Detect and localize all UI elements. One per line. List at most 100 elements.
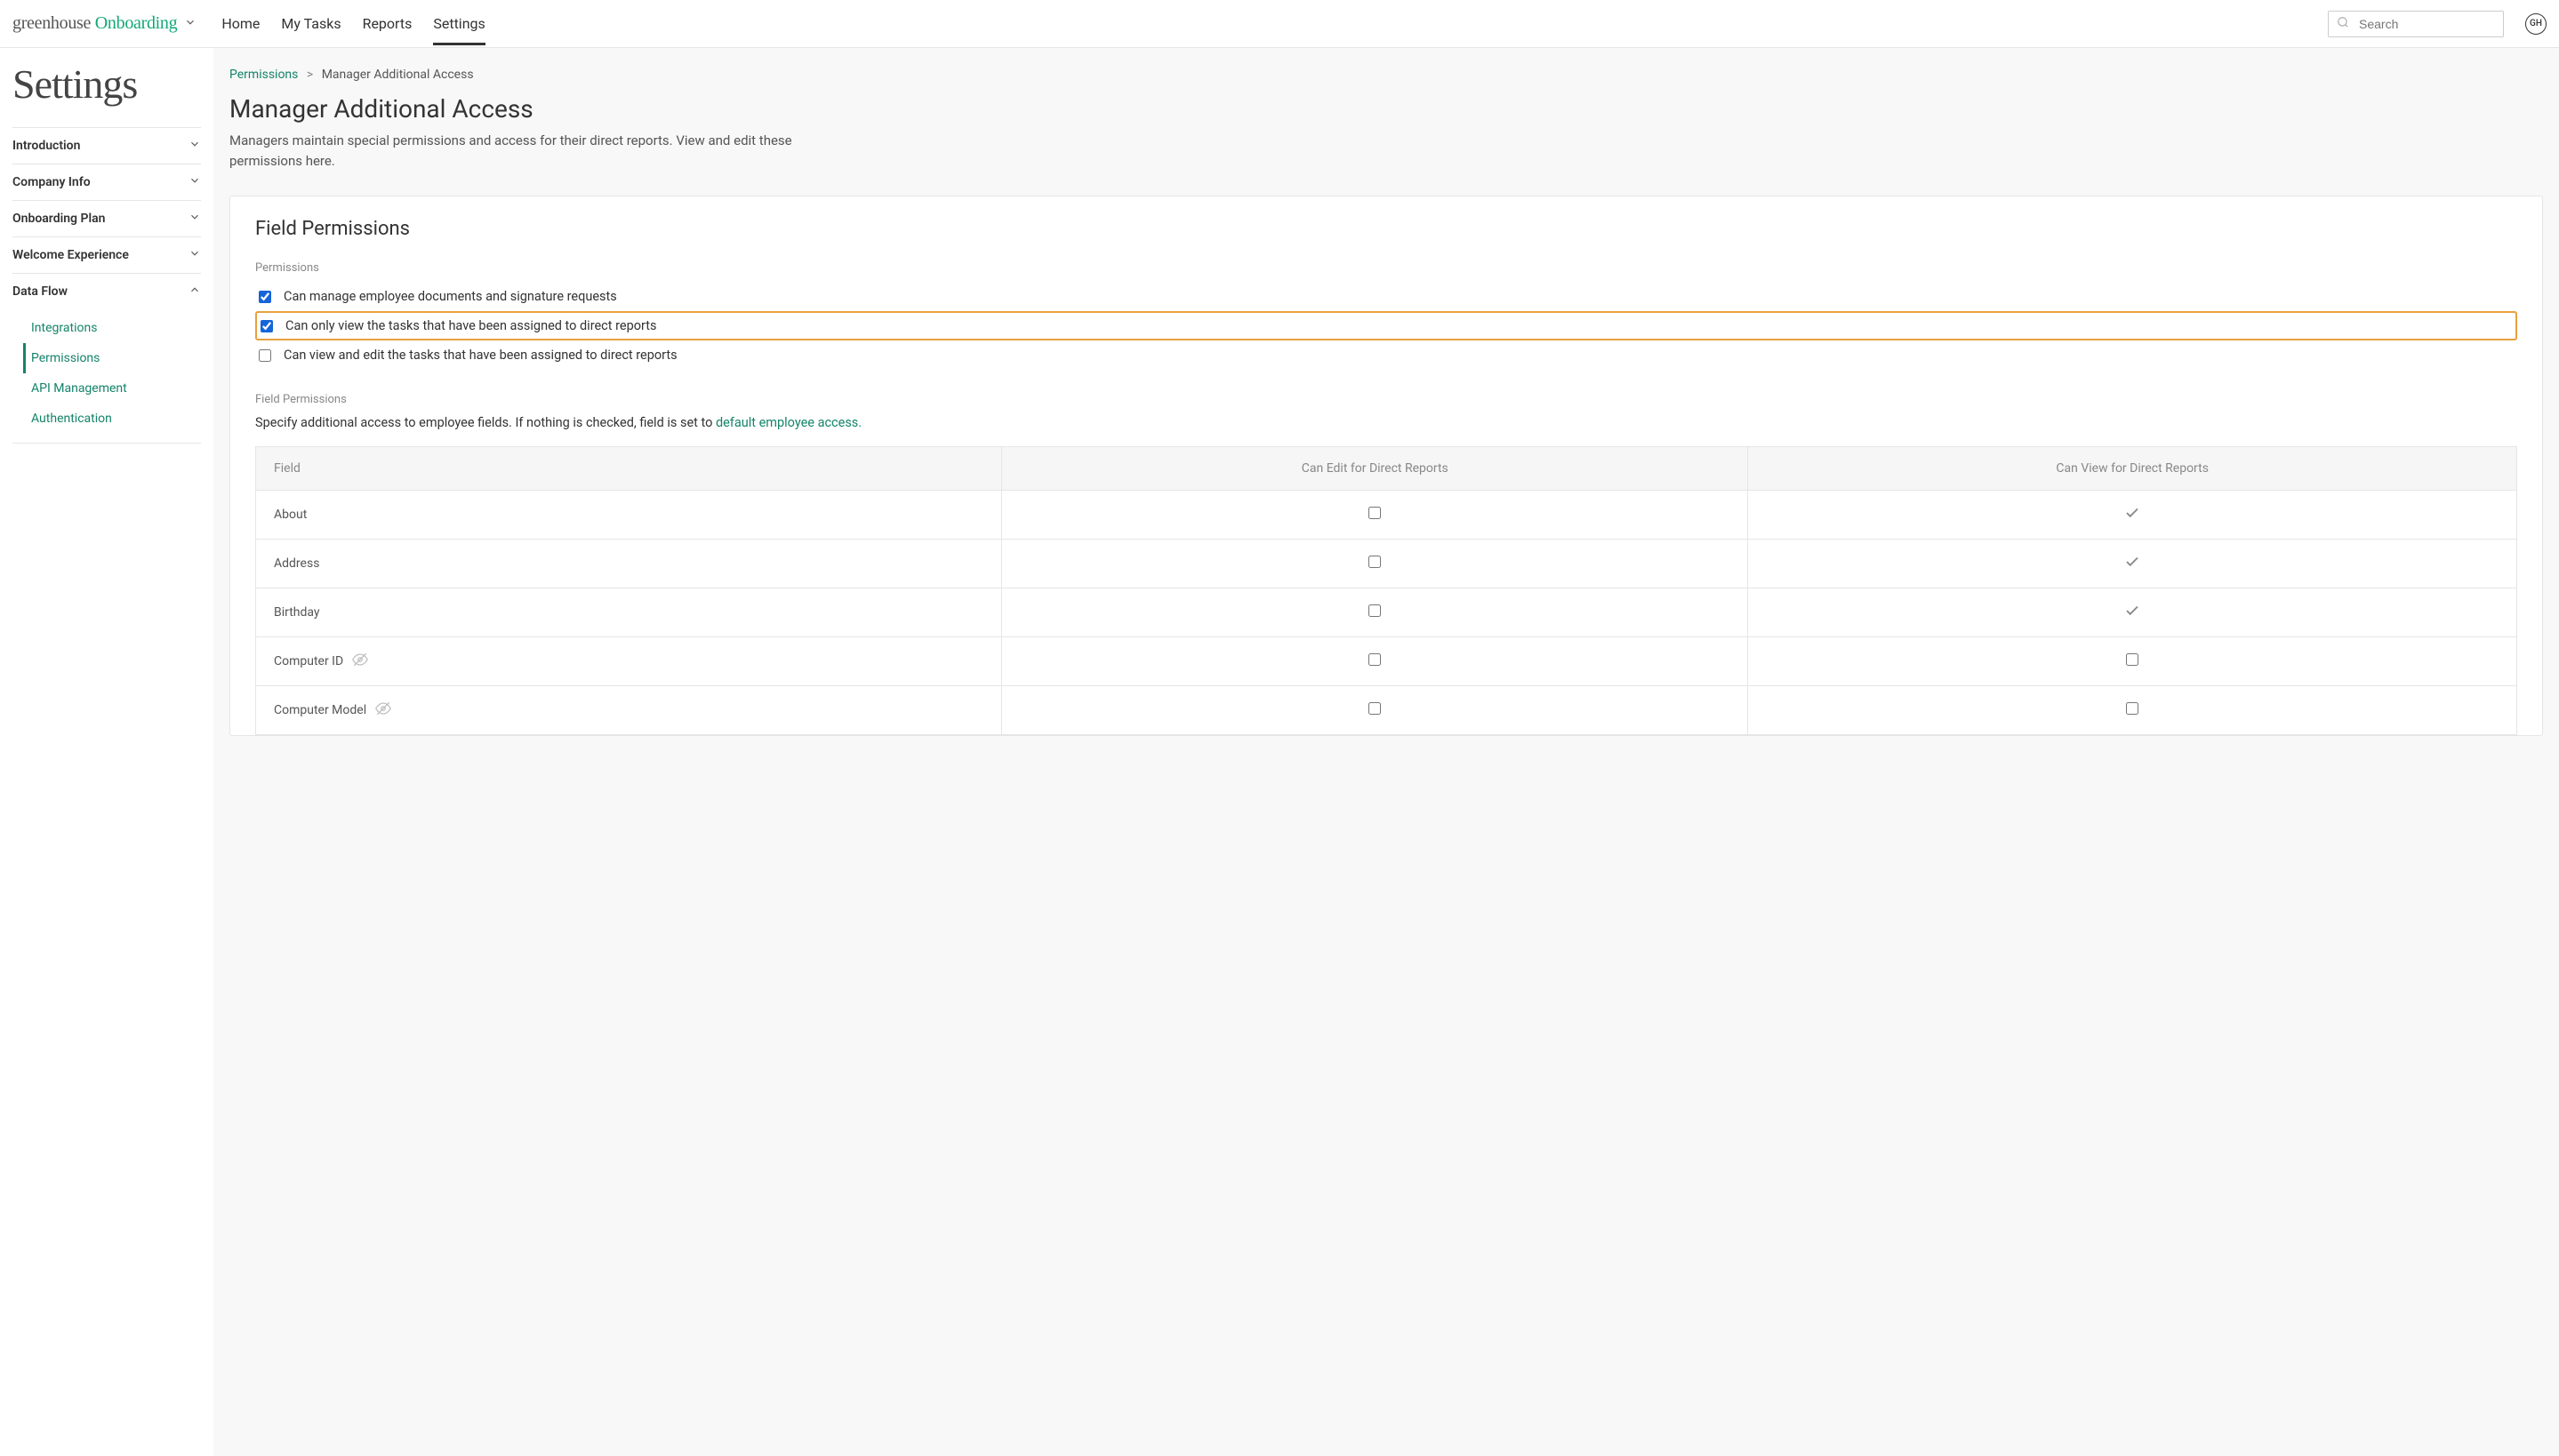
chevron-down-icon (189, 247, 201, 263)
nav-my-tasks[interactable]: My Tasks (281, 3, 341, 45)
edit-checkbox[interactable] (1368, 702, 1381, 715)
default-access-link[interactable]: default employee access. (716, 415, 862, 430)
permissions-section-label: Permissions (255, 261, 2517, 275)
th-field: Field (256, 447, 1002, 491)
field-name-cell: Computer Model (256, 686, 1002, 735)
search-input[interactable] (2328, 11, 2504, 37)
table-row: Computer ID (256, 637, 2517, 686)
view-cell (1748, 686, 2517, 735)
top-nav: greenhouse Onboarding Home My Tasks Repo… (0, 0, 2559, 48)
edit-cell (1002, 637, 1748, 686)
table-row: Computer Model (256, 686, 2517, 735)
perm-checkbox[interactable] (259, 291, 271, 303)
page-body: Settings Introduction Company Info Onboa… (0, 48, 2559, 1456)
sidebar-item-api-management[interactable]: API Management (23, 373, 201, 404)
perm-row-view-tasks: Can only view the tasks that have been a… (255, 311, 2517, 340)
perm-label: Can view and edit the tasks that have be… (284, 348, 678, 363)
edit-cell (1002, 588, 1748, 637)
view-cell (1748, 588, 2517, 637)
view-checkbox[interactable] (2126, 702, 2138, 715)
table-row: Birthday (256, 588, 2517, 637)
edit-cell (1002, 491, 1748, 540)
sidebar-label: Company Info (12, 175, 91, 189)
field-name-label: Birthday (274, 605, 320, 620)
nav-reports[interactable]: Reports (363, 3, 413, 45)
eye-off-icon (352, 652, 368, 671)
check-icon (2124, 505, 2140, 524)
nav-home[interactable]: Home (221, 3, 260, 45)
sidebar-item-integrations[interactable]: Integrations (23, 313, 201, 343)
main-description: Managers maintain special permissions an… (229, 131, 816, 171)
avatar[interactable]: GH (2525, 13, 2547, 35)
th-view: Can View for Direct Reports (1748, 447, 2517, 491)
sidebar-section-welcome-experience[interactable]: Welcome Experience (12, 237, 201, 274)
sidebar-label: Welcome Experience (12, 248, 129, 262)
view-cell (1748, 540, 2517, 588)
sidebar-section-onboarding-plan[interactable]: Onboarding Plan (12, 201, 201, 237)
field-name-label: Address (274, 556, 319, 571)
eye-off-icon (375, 700, 391, 720)
chevron-down-icon (189, 211, 201, 227)
sidebar-section-data-flow[interactable]: Data Flow Integrations Permissions API M… (12, 274, 201, 444)
perm-row-edit-tasks: Can view and edit the tasks that have be… (255, 342, 2517, 368)
edit-cell (1002, 540, 1748, 588)
main-content: Permissions > Manager Additional Access … (213, 48, 2559, 1456)
sidebar-item-authentication[interactable]: Authentication (23, 404, 201, 434)
field-permissions-card: Field Permissions Permissions Can manage… (229, 196, 2543, 736)
field-perm-text: Specify additional access to employee fi… (255, 415, 2517, 430)
perm-label: Can only view the tasks that have been a… (285, 318, 656, 333)
field-permissions-table: Field Can Edit for Direct Reports Can Vi… (255, 446, 2517, 735)
chevron-down-icon (189, 174, 201, 190)
view-cell (1748, 637, 2517, 686)
sidebar-section-company-info[interactable]: Company Info (12, 164, 201, 201)
field-perm-text-pre: Specify additional access to employee fi… (255, 415, 716, 430)
field-name-cell: Birthday (256, 588, 1002, 637)
card-title: Field Permissions (255, 218, 2517, 240)
search-box (2328, 11, 2504, 37)
sidebar-section-introduction[interactable]: Introduction (12, 127, 201, 164)
logo: greenhouse Onboarding (12, 13, 177, 34)
chevron-down-icon (189, 138, 201, 154)
breadcrumb-current: Manager Additional Access (322, 68, 474, 82)
edit-checkbox[interactable] (1368, 604, 1381, 617)
table-row: Address (256, 540, 2517, 588)
field-name-cell: About (256, 491, 1002, 540)
perm-row-manage-documents: Can manage employee documents and signat… (255, 284, 2517, 309)
view-cell (1748, 491, 2517, 540)
nav-settings[interactable]: Settings (433, 3, 485, 45)
edit-checkbox[interactable] (1368, 653, 1381, 666)
field-name-cell: Address (256, 540, 1002, 588)
nav-right: GH (2328, 11, 2547, 37)
chevron-down-icon[interactable] (184, 16, 197, 32)
field-name-label: About (274, 508, 307, 522)
main-heading: Manager Additional Access (229, 94, 2543, 124)
sidebar-item-permissions[interactable]: Permissions (23, 343, 201, 373)
sidebar-label: Introduction (12, 139, 80, 153)
check-icon (2124, 603, 2140, 622)
nav-links: Home My Tasks Reports Settings (221, 3, 485, 45)
field-name-label: Computer ID (274, 654, 343, 668)
field-name-label: Computer Model (274, 703, 366, 717)
chevron-up-icon (189, 284, 201, 300)
perm-checkbox[interactable] (259, 349, 271, 362)
logo-wrap[interactable]: greenhouse Onboarding (12, 13, 197, 34)
field-name-cell: Computer ID (256, 637, 1002, 686)
sidebar: Settings Introduction Company Info Onboa… (0, 48, 213, 1456)
edit-checkbox[interactable] (1368, 556, 1381, 568)
th-edit: Can Edit for Direct Reports (1002, 447, 1748, 491)
field-perm-block: Field Permissions Specify additional acc… (255, 393, 2517, 430)
field-perm-section-label: Field Permissions (255, 393, 2517, 406)
perm-label: Can manage employee documents and signat… (284, 289, 617, 304)
breadcrumb-sep: > (307, 68, 313, 82)
page-title: Settings (12, 60, 201, 108)
breadcrumb-parent[interactable]: Permissions (229, 68, 298, 82)
perm-checkbox[interactable] (261, 320, 273, 332)
sidebar-label: Data Flow (12, 284, 68, 299)
edit-cell (1002, 686, 1748, 735)
breadcrumb: Permissions > Manager Additional Access (229, 68, 2543, 82)
sidebar-label: Onboarding Plan (12, 212, 105, 226)
edit-checkbox[interactable] (1368, 507, 1381, 519)
sidebar-sub-data-flow: Integrations Permissions API Management … (12, 309, 201, 443)
table-row: About (256, 491, 2517, 540)
view-checkbox[interactable] (2126, 653, 2138, 666)
